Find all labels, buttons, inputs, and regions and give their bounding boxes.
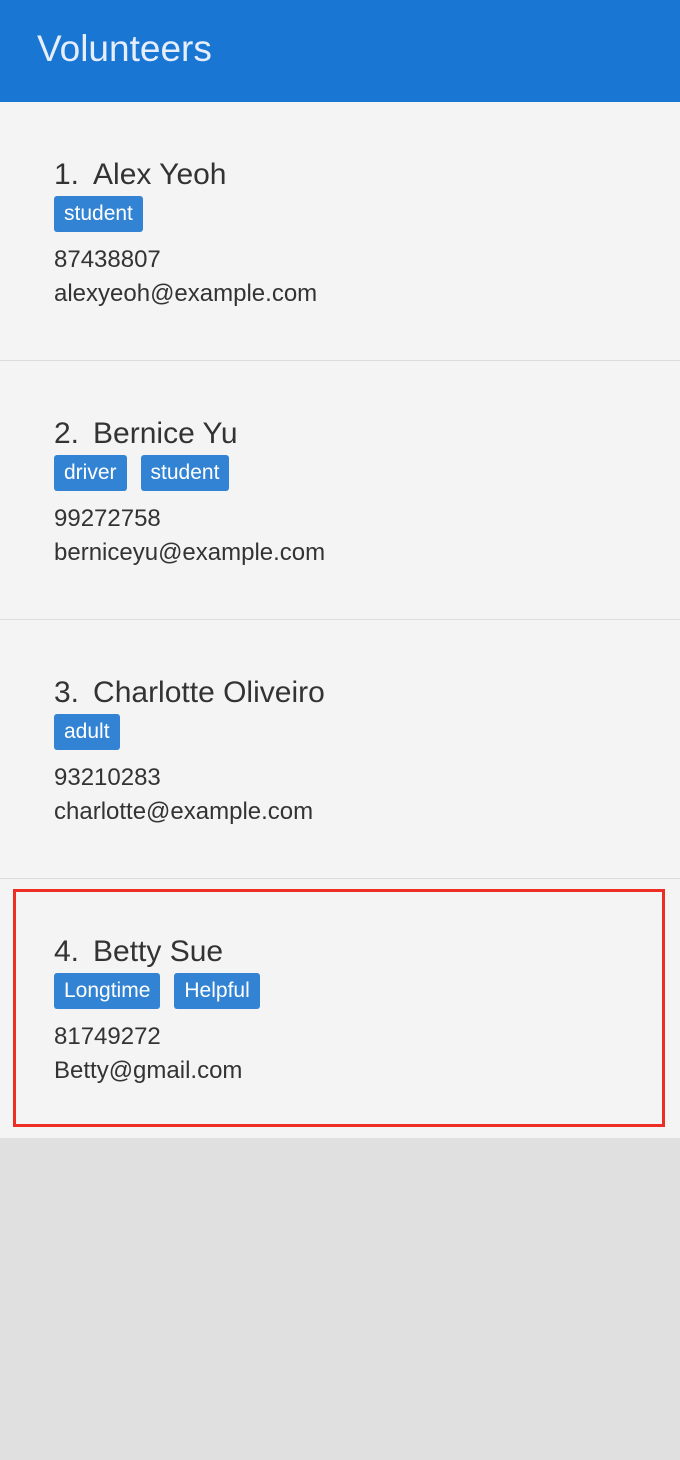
volunteer-email: charlotte@example.com xyxy=(54,798,314,825)
tag-badge: adult xyxy=(54,714,120,750)
tag-list: Longtime Helpful xyxy=(54,973,680,1009)
volunteer-phone: 99272758 xyxy=(54,505,161,532)
volunteer-email: Betty@gmail.com xyxy=(54,1057,243,1084)
volunteer-index: 3. xyxy=(54,676,80,709)
volunteer-phone: 81749272 xyxy=(54,1023,161,1050)
tag-badge: student xyxy=(54,196,143,232)
app-header: Volunteers xyxy=(0,0,680,102)
tag-badge: Helpful xyxy=(174,973,260,1009)
volunteer-name: Bernice Yu xyxy=(93,417,238,450)
volunteer-email: berniceyu@example.com xyxy=(54,539,326,566)
tag-badge: driver xyxy=(54,455,127,491)
volunteer-name-row: 2. Bernice Yu xyxy=(54,419,680,449)
volunteer-name-row: 3. Charlotte Oliveiro xyxy=(54,678,680,708)
list-empty-area xyxy=(0,1138,680,1458)
volunteer-list[interactable]: 1. Alex Yeoh student 87438807 alexyeoh@e… xyxy=(0,102,680,1458)
tag-badge: Longtime xyxy=(54,973,161,1009)
volunteer-index: 1. xyxy=(54,158,80,191)
volunteer-name-row: 4. Betty Sue xyxy=(54,937,680,967)
page-title: Volunteers xyxy=(37,27,212,69)
volunteer-card[interactable]: 3. Charlotte Oliveiro adult 93210283 cha… xyxy=(0,620,680,879)
volunteer-phone: 87438807 xyxy=(54,246,161,273)
volunteer-card[interactable]: 2. Bernice Yu driver student 99272758 be… xyxy=(0,361,680,620)
volunteer-phone: 93210283 xyxy=(54,764,161,791)
tag-badge: student xyxy=(140,455,230,491)
tag-list: student xyxy=(54,196,680,232)
volunteer-email: alexyeoh@example.com xyxy=(54,280,318,307)
tag-list: adult xyxy=(54,714,680,750)
volunteer-card-selected[interactable]: 4. Betty Sue Longtime Helpful 81749272 B… xyxy=(0,879,680,1138)
tag-list: driver student xyxy=(54,455,680,491)
volunteer-name: Betty Sue xyxy=(93,935,224,968)
volunteer-name: Alex Yeoh xyxy=(93,158,227,191)
volunteer-index: 4. xyxy=(54,935,80,968)
volunteer-name-row: 1. Alex Yeoh xyxy=(54,160,680,190)
volunteer-index: 2. xyxy=(54,417,80,450)
volunteer-card[interactable]: 1. Alex Yeoh student 87438807 alexyeoh@e… xyxy=(0,102,680,361)
volunteer-name: Charlotte Oliveiro xyxy=(93,676,325,709)
